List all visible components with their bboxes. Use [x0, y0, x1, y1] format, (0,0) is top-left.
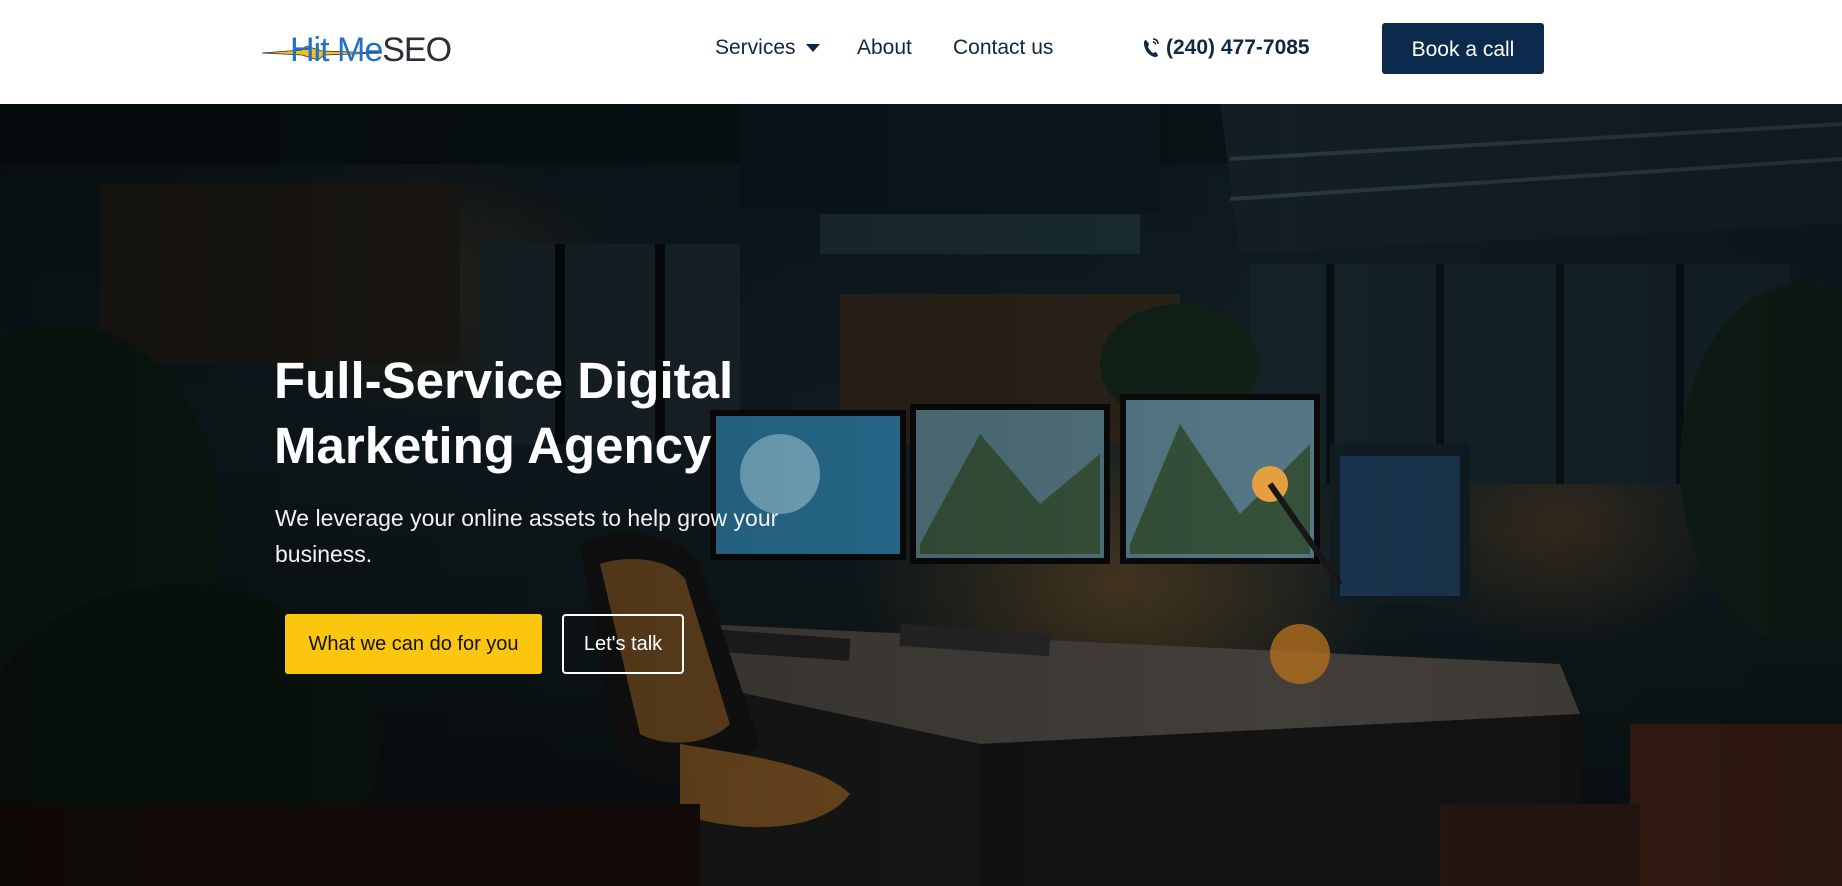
hero-title: Full-Service Digital Marketing Agency	[274, 348, 834, 478]
hero-title-line-2: Marketing Agency	[274, 417, 712, 474]
logo-seo-text: SEO	[382, 31, 452, 69]
nav-item-label: Services	[715, 36, 796, 59]
hero-title-line-1: Full-Service Digital	[274, 352, 734, 409]
hero-subtitle: We leverage your online assets to help g…	[275, 505, 779, 567]
hero-section: Full-Service Digital Marketing Agency We…	[0, 104, 1842, 886]
caret-down-icon	[805, 44, 820, 52]
site-header: Hit MeSEO Services About Contact us (240…	[0, 0, 1842, 104]
logo-hit-text: Hit Me	[290, 31, 383, 69]
nav-item-contact[interactable]: Contact us	[953, 36, 1053, 60]
what-we-can-do-button[interactable]: What we can do for you	[285, 614, 542, 674]
lets-talk-button[interactable]: Let's talk	[562, 614, 684, 674]
hero-overlay	[0, 104, 1842, 886]
logo-wordmark: Hit MeSEO	[290, 28, 452, 72]
nav-item-about[interactable]: About	[857, 36, 912, 60]
phone-icon	[1144, 38, 1159, 57]
nav-item-services[interactable]: Services	[715, 36, 820, 60]
site-logo[interactable]: Hit MeSEO	[262, 28, 458, 72]
phone-link[interactable]: (240) 477-7085	[1142, 36, 1310, 60]
book-a-call-button[interactable]: Book a call	[1382, 23, 1544, 74]
phone-number: (240) 477-7085	[1166, 36, 1310, 59]
